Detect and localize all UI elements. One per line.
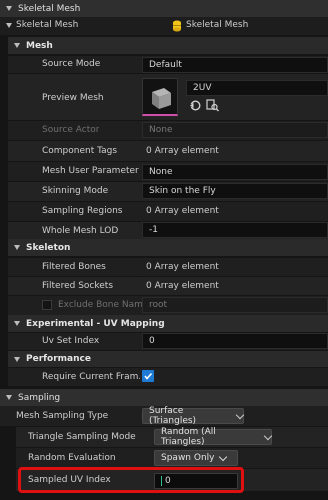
filtered-sockets-label: Filtered Sockets	[42, 281, 114, 291]
source-mode-label: Source Mode	[42, 59, 101, 69]
row-sampling-regions: Sampling Regions 0 Array element	[8, 202, 328, 221]
sampling-regions-value: 0 Array element	[146, 206, 219, 216]
exclude-bone-checkbox[interactable]	[42, 300, 52, 310]
header-title: Skeletal Mesh	[18, 3, 81, 14]
collapse-arrow-icon[interactable]	[6, 6, 12, 11]
random-evaluation-label: Random Evaluation	[28, 453, 116, 463]
exclude-bone-name-field: root	[142, 297, 328, 313]
row-filtered-bones: Filtered Bones 0 Array element	[8, 258, 328, 276]
source-mode-dropdown[interactable]: Default	[142, 57, 328, 73]
sampling-title: Sampling	[18, 392, 61, 403]
row-require-current-frame: Require Current Fram...	[8, 368, 328, 386]
triangle-sampling-mode-label: Triangle Sampling Mode	[28, 432, 136, 442]
category-mesh[interactable]: Mesh	[8, 37, 328, 54]
sampling-header[interactable]: Sampling	[0, 389, 328, 406]
category-performance-title: Performance	[26, 354, 91, 364]
uv-set-index-input[interactable]: 0	[142, 333, 328, 349]
row-filtered-sockets: Filtered Sockets 0 Array element	[8, 277, 328, 295]
mesh-user-parameter-value: None	[149, 167, 173, 177]
checkmark-icon	[144, 372, 153, 380]
whole-mesh-lod-input[interactable]: -1	[142, 222, 328, 238]
preview-mesh-value: 2UV	[193, 83, 212, 93]
collapse-arrow-icon[interactable]	[14, 356, 20, 362]
browse-asset-icon[interactable]	[206, 99, 219, 112]
filtered-bones-label: Filtered Bones	[42, 262, 106, 272]
whole-mesh-lod-label: Whole Mesh LOD	[42, 226, 119, 236]
mesh-sampling-type-dropdown[interactable]: Surface (Triangles)	[142, 406, 245, 426]
preview-mesh-thumbnail[interactable]	[142, 78, 178, 116]
component-tags-label: Component Tags	[42, 146, 118, 156]
uv-set-index-value: 0	[149, 336, 155, 346]
skeletal-mesh-header[interactable]: Skeletal Mesh	[0, 0, 328, 17]
category-performance[interactable]: Performance	[8, 351, 328, 367]
collapse-arrow-icon[interactable]	[14, 43, 20, 48]
chevron-down-icon	[219, 452, 228, 461]
skinning-mode-dropdown[interactable]: Skin on the Fly	[142, 183, 328, 199]
database-icon	[173, 20, 181, 32]
collapse-arrow-icon[interactable]	[14, 245, 20, 250]
preview-mesh-asset-field[interactable]: 2UV	[186, 80, 328, 96]
cube-icon	[152, 88, 171, 109]
source-mode-value: Default	[149, 60, 182, 70]
skinning-mode-label: Skinning Mode	[42, 186, 109, 196]
category-experimental-title: Experimental - UV Mapping	[26, 318, 165, 329]
triangle-sampling-mode-value: Random (All Triangles)	[161, 427, 216, 447]
whole-mesh-lod-value: -1	[149, 225, 158, 235]
highlight-box	[18, 467, 244, 493]
mesh-sampling-type-label: Mesh Sampling Type	[16, 411, 109, 421]
use-selected-icon[interactable]	[190, 100, 201, 111]
source-actor-label: Source Actor	[42, 125, 100, 135]
category-skeleton[interactable]: Skeleton	[8, 239, 328, 256]
random-evaluation-dropdown[interactable]: Spawn Only	[154, 450, 238, 466]
collapse-arrow-icon[interactable]	[14, 321, 20, 326]
mesh-user-parameter-field[interactable]: None	[142, 164, 328, 180]
skeletal-mesh-row: Skeletal Mesh Skeletal Mesh	[0, 17, 328, 35]
skeletal-mesh-label: Skeletal Mesh	[16, 20, 79, 30]
require-current-frame-label: Require Current Fram...	[42, 372, 140, 382]
chevron-down-icon	[235, 410, 245, 419]
category-experimental-uv-mapping[interactable]: Experimental - UV Mapping	[8, 315, 328, 332]
component-tags-value: 0 Array element	[146, 146, 219, 156]
source-actor-value: None	[149, 125, 173, 135]
row-component-tags: Component Tags 0 Array element	[8, 141, 328, 161]
skeletal-mesh-value: Skeletal Mesh	[186, 20, 249, 30]
source-actor-field: None	[142, 122, 328, 138]
collapse-arrow-icon[interactable]	[6, 395, 12, 400]
exclude-bone-name-label: Exclude Bone Name	[58, 300, 142, 310]
exclude-bone-name-value: root	[149, 300, 168, 310]
chevron-down-icon	[263, 431, 273, 440]
uv-set-index-label: Uv Set Index	[42, 336, 100, 346]
preview-mesh-label: Preview Mesh	[42, 93, 104, 103]
sampling-regions-label: Sampling Regions	[42, 206, 123, 216]
random-evaluation-value: Spawn Only	[161, 453, 215, 463]
require-current-frame-checkbox[interactable]	[142, 370, 154, 382]
mesh-user-parameter-label: Mesh User Parameter	[42, 166, 139, 176]
skinning-mode-value: Skin on the Fly	[149, 186, 216, 196]
expand-arrow-icon[interactable]	[6, 23, 12, 28]
category-mesh-title: Mesh	[26, 40, 53, 51]
filtered-sockets-value: 0 Array element	[146, 281, 219, 291]
triangle-sampling-mode-dropdown[interactable]: Random (All Triangles)	[154, 427, 273, 447]
mesh-sampling-type-value: Surface (Triangles)	[149, 406, 197, 426]
filtered-bones-value: 0 Array element	[146, 262, 219, 272]
category-skeleton-title: Skeleton	[26, 242, 71, 253]
